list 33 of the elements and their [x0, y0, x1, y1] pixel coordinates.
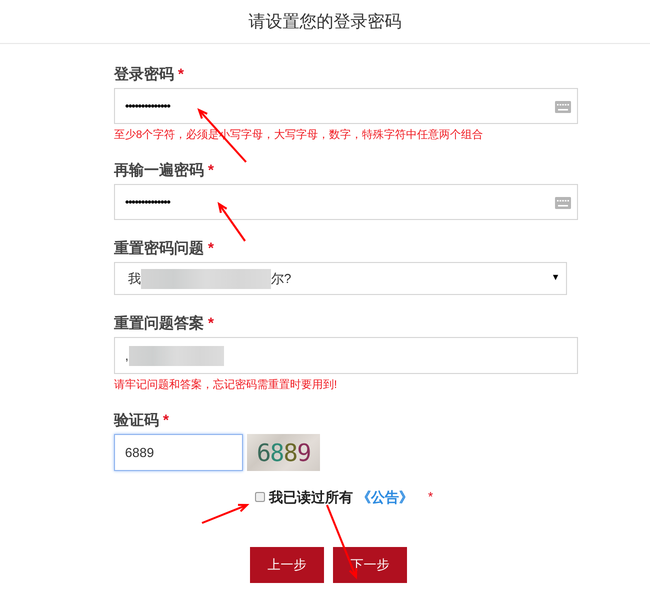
field-label: 重置密码问题 — [114, 240, 204, 258]
notice-link[interactable]: 《公告》 — [357, 486, 413, 508]
captcha-field[interactable]: 6889 — [114, 434, 243, 471]
annotation-arrow — [218, 202, 246, 242]
annotation-arrow — [202, 504, 250, 524]
keyboard-icon[interactable] — [555, 101, 571, 113]
agreement-checkbox[interactable] — [255, 492, 265, 502]
required-mark: * — [178, 66, 184, 84]
answer-value-start: , — [125, 346, 129, 365]
field-hint: 请牢记问题和答案，忘记密码需重置时要用到! — [114, 378, 338, 392]
previous-step-button[interactable]: 上一步 — [250, 547, 324, 583]
field-label: 登录密码 — [114, 66, 174, 84]
select-value-start: 我 — [128, 270, 141, 288]
keyboard-icon[interactable] — [555, 197, 571, 209]
password-dots: •••••••••••••• — [125, 194, 170, 211]
password-field[interactable]: •••••••••••••• — [114, 88, 578, 124]
password-field[interactable]: •••••••••••••• — [114, 184, 578, 220]
required-mark: * — [163, 412, 169, 430]
required-mark: * — [428, 488, 434, 506]
captcha-image[interactable]: 6889 — [247, 434, 320, 471]
page-title: 请设置您的登录密码 — [248, 10, 402, 33]
answer-field[interactable]: , — [114, 337, 578, 374]
field-label: 再输一遍密码 — [114, 162, 204, 180]
required-mark: * — [208, 240, 214, 258]
required-mark: * — [208, 315, 214, 333]
dropdown-caret: ▼ — [551, 271, 560, 284]
field-label: 重置问题答案 — [114, 315, 204, 333]
field-label: 验证码 — [114, 412, 159, 430]
question-select[interactable]: 我 尔? ▼ — [114, 262, 567, 295]
select-value-end: 尔? — [271, 270, 292, 288]
password-dots: •••••••••••••• — [125, 98, 170, 115]
agreement-text: 我已读过所有 — [269, 488, 353, 506]
required-mark: * — [208, 162, 214, 180]
